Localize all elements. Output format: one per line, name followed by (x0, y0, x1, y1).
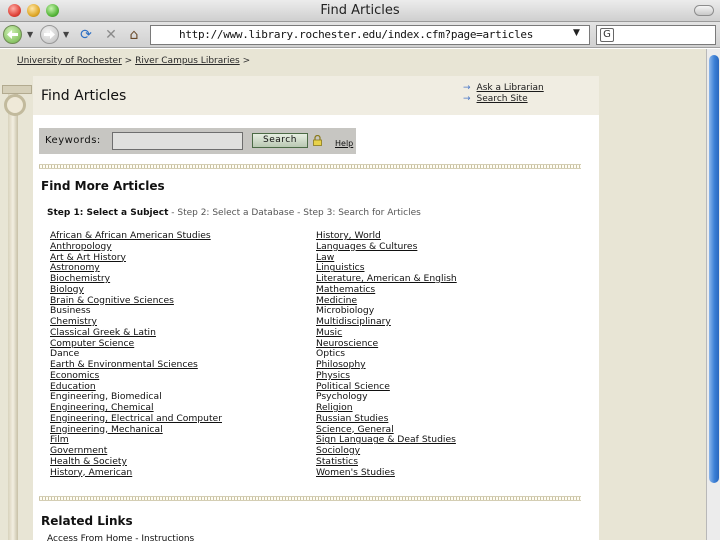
subject-link[interactable]: Russian Studies (316, 413, 457, 425)
decorative-column (8, 94, 18, 540)
page-viewport: University of Rochester > River Campus L… (0, 49, 706, 544)
subject-list-left: African & African American Studies Anthro… (50, 230, 222, 479)
subject-link[interactable]: Music (316, 327, 457, 339)
keyword-search-bar: Keywords: Search (39, 128, 356, 154)
search-site-link[interactable]: Search Site (477, 94, 528, 104)
step-indicator: Step 1: Select a Subject - Step 2: Selec… (47, 208, 421, 218)
back-history-dropdown-icon[interactable]: ▼ (27, 30, 33, 39)
arrow-right-icon: → (463, 94, 471, 104)
main-content: Find Articles → Ask a Librarian → Search S… (33, 76, 599, 544)
header-band: Find Articles → Ask a Librarian → Search S… (33, 76, 599, 115)
access-from-home-link[interactable]: Access From Home - Instructions (47, 534, 194, 544)
search-button[interactable]: Search (252, 133, 308, 148)
subject-link[interactable]: Languages & Cultures (316, 241, 457, 253)
breadcrumb-separator: > (124, 56, 133, 66)
quick-links: → Ask a Librarian → Search Site (463, 83, 544, 105)
keywords-input[interactable] (112, 132, 243, 150)
toolbar-toggle-button[interactable] (694, 5, 714, 16)
google-search-icon: G (600, 28, 614, 42)
column-capital-icon (2, 85, 32, 127)
page-title: Find Articles (41, 88, 127, 104)
subject-link[interactable]: Engineering, Electrical and Computer (50, 413, 222, 425)
window-titlebar: Find Articles (0, 0, 720, 22)
find-more-heading: Find More Articles (41, 179, 165, 193)
back-arrow-icon (7, 30, 18, 39)
related-links-heading: Related Links (41, 514, 133, 528)
subject-link[interactable]: Physics (316, 370, 457, 382)
subject-link[interactable]: Biology (50, 284, 222, 296)
lock-icon (313, 135, 322, 146)
ask-librarian-link[interactable]: Ask a Librarian (477, 83, 544, 93)
subject-link[interactable]: Health & Society (50, 456, 222, 468)
help-link[interactable]: Help (335, 139, 353, 148)
step-1-label: Step 1: Select a Subject (47, 208, 169, 218)
browser-toolbar: ▼ ▼ ⟳ ✕ ⌂ http://www.library.rochester.e… (0, 22, 720, 48)
forward-button[interactable] (40, 25, 59, 44)
breadcrumb-separator: > (242, 56, 251, 66)
subject-link[interactable]: History, American (50, 467, 222, 479)
back-button[interactable] (3, 25, 22, 44)
keywords-label: Keywords: (45, 135, 101, 146)
subject-link[interactable]: Anthropology (50, 241, 222, 253)
home-icon[interactable]: ⌂ (124, 25, 144, 45)
subject-list-right: History, World Languages & Cultures Law Lin… (316, 230, 457, 479)
reload-icon[interactable]: ⟳ (76, 25, 96, 45)
ornamental-divider (39, 496, 581, 501)
ornamental-divider (39, 164, 581, 169)
address-bar[interactable]: http://www.library.rochester.edu/index.c… (150, 25, 590, 45)
vertical-scrollbar[interactable] (706, 49, 720, 540)
stop-icon[interactable]: ✕ (101, 25, 121, 45)
forward-history-dropdown-icon[interactable]: ▼ (63, 30, 69, 39)
address-dropdown-icon[interactable]: ▼ (573, 28, 580, 38)
subject-link[interactable]: Engineering, Mechanical (50, 424, 222, 436)
forward-arrow-icon (44, 30, 55, 39)
breadcrumb-university[interactable]: University of Rochester (17, 56, 122, 66)
scrollbar-thumb[interactable] (709, 55, 719, 483)
web-search-field[interactable]: G (596, 25, 716, 45)
subject-link[interactable]: Women's Studies (316, 467, 457, 479)
subject-link[interactable]: Classical Greek & Latin (50, 327, 222, 339)
window-title: Find Articles (320, 3, 400, 18)
breadcrumb-libraries[interactable]: River Campus Libraries (135, 56, 240, 66)
breadcrumb: University of Rochester > River Campus L… (17, 56, 250, 66)
subject-link[interactable]: Mathematics (316, 284, 457, 296)
remaining-steps: - Step 2: Select a Database - Step 3: Se… (171, 208, 421, 218)
subject-link[interactable]: Statistics (316, 456, 457, 468)
arrow-right-icon: → (463, 83, 471, 93)
subject-link[interactable]: Economics (50, 370, 222, 382)
